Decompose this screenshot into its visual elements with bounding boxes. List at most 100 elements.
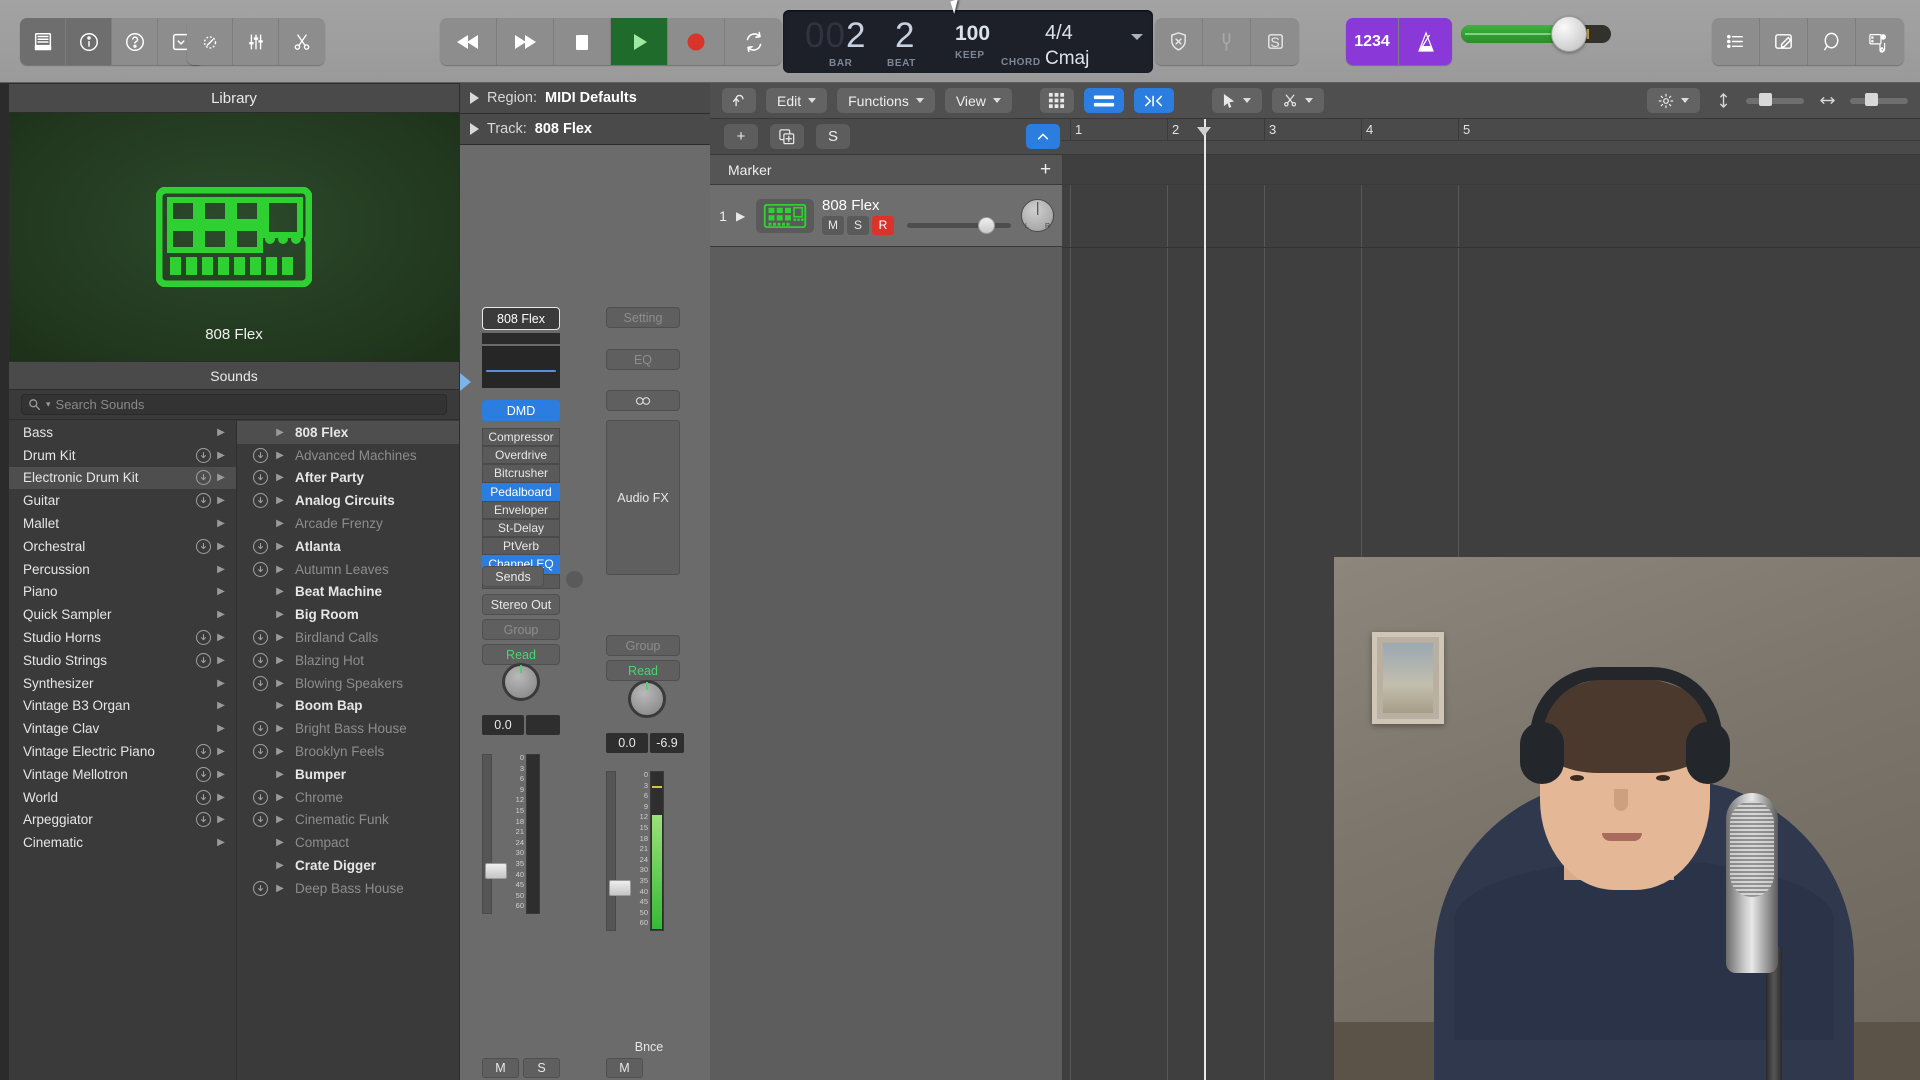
list-icon[interactable] xyxy=(1712,18,1760,65)
audio-fx-slot[interactable]: Bitcrusher xyxy=(482,464,560,483)
track-name[interactable]: 808 Flex xyxy=(822,197,1013,214)
audio-fx-slot[interactable]: Overdrive xyxy=(482,446,560,465)
chevron-right-icon[interactable]: ▶ xyxy=(214,746,228,757)
chevron-right-icon[interactable]: ▶ xyxy=(273,700,287,711)
download-icon[interactable] xyxy=(196,538,211,554)
library-patch-item[interactable]: ▶ Bumper xyxy=(237,763,459,786)
library-category-item[interactable]: Vintage Electric Piano ▶ xyxy=(9,740,236,763)
chevron-right-icon[interactable]: ▶ xyxy=(214,678,228,689)
chevron-right-icon[interactable]: ▶ xyxy=(273,564,287,575)
chevron-right-icon[interactable]: ▶ xyxy=(214,655,228,666)
library-patch-item[interactable]: ▶ Atlanta xyxy=(237,535,459,558)
library-category-list[interactable]: Bass ▶ Drum Kit ▶ Electronic Drum Kit ▶ Guitar… xyxy=(9,421,237,1080)
library-category-item[interactable]: World ▶ xyxy=(9,786,236,809)
duplicate-icon[interactable] xyxy=(770,124,804,149)
audio-fx-slots[interactable]: Compressor Overdrive Bitcrusher Pedalboard E… xyxy=(482,428,560,589)
chevron-right-icon[interactable]: ▶ xyxy=(214,427,228,438)
chevron-right-icon[interactable]: ▶ xyxy=(273,883,287,894)
automation-mode-button[interactable]: Read xyxy=(482,644,560,665)
audio-fx-slot[interactable]: Enveloper xyxy=(482,500,560,519)
chevron-right-icon[interactable]: ▶ xyxy=(273,609,287,620)
chevron-right-icon[interactable]: ▶ xyxy=(214,723,228,734)
track-mute-button[interactable]: M xyxy=(822,215,844,235)
chevron-right-icon[interactable]: ▶ xyxy=(214,609,228,620)
download-icon[interactable] xyxy=(253,789,268,805)
output-fader-track[interactable] xyxy=(606,771,631,931)
hzoom-icon[interactable] xyxy=(1814,88,1840,113)
library-category-item[interactable]: Guitar ▶ xyxy=(9,489,236,512)
shield-x-icon[interactable] xyxy=(1155,18,1203,65)
record-icon[interactable] xyxy=(668,18,725,65)
audio-fx-slot[interactable]: Compressor xyxy=(482,428,560,447)
download-icon[interactable] xyxy=(253,721,268,737)
audio-fx-slot[interactable]: St-Delay xyxy=(482,518,560,538)
library-category-item[interactable]: Synthesizer ▶ xyxy=(9,672,236,695)
download-icon[interactable] xyxy=(253,675,268,691)
download-icon[interactable] xyxy=(253,470,268,486)
chevron-right-icon[interactable]: ▶ xyxy=(273,860,287,871)
solo-toolbar-button[interactable]: S xyxy=(1251,18,1299,65)
library-category-item[interactable]: Studio Strings ▶ xyxy=(9,649,236,672)
chevron-right-icon[interactable]: ▶ xyxy=(214,586,228,597)
fader-meter-group[interactable]: 0 3 6 9 12 15 18 21 24 30 35 40 45 50 60 xyxy=(474,750,574,918)
question-icon[interactable] xyxy=(112,18,158,65)
volume-fader-track[interactable] xyxy=(482,754,507,914)
chevron-up-icon[interactable] xyxy=(1026,124,1060,149)
library-patch-item[interactable]: ▶ Chrome xyxy=(237,786,459,809)
loop-icon[interactable] xyxy=(1808,18,1856,65)
chevron-right-icon[interactable]: ▶ xyxy=(214,792,228,803)
lcd-chord-value[interactable]: Cmaj xyxy=(1045,48,1089,70)
bounce-button[interactable]: Bnce xyxy=(588,1040,710,1054)
catch-playhead-icon[interactable] xyxy=(722,88,756,113)
chevron-right-icon[interactable]: ▶ xyxy=(214,495,228,506)
pan-knob[interactable] xyxy=(502,663,540,701)
chevron-right-icon[interactable]: ▶ xyxy=(214,518,228,529)
chevron-right-icon[interactable]: ▶ xyxy=(273,723,287,734)
library-category-item[interactable]: Electronic Drum Kit ▶ xyxy=(9,466,236,490)
rows-icon[interactable] xyxy=(1083,88,1124,113)
track-play-arrow-icon[interactable]: ▶ xyxy=(736,209,756,223)
download-icon[interactable] xyxy=(253,880,268,896)
disclosure-triangle-icon[interactable] xyxy=(470,123,479,135)
send-knob[interactable] xyxy=(566,571,583,588)
download-icon[interactable] xyxy=(196,744,211,760)
output-volume-value[interactable]: 0.0 xyxy=(606,733,648,753)
solo-track-button[interactable]: S xyxy=(816,124,850,149)
disclosure-triangle-icon[interactable] xyxy=(470,92,479,104)
track-instrument-icon[interactable] xyxy=(756,198,814,233)
marker-lane-area[interactable] xyxy=(1062,155,1920,184)
chevron-right-icon[interactable]: ▶ xyxy=(273,792,287,803)
chevron-right-icon[interactable]: ▶ xyxy=(273,472,287,483)
edit-menu[interactable]: Edit xyxy=(766,88,828,113)
output-pan-knob[interactable] xyxy=(628,680,666,718)
knob-icon[interactable] xyxy=(187,18,233,65)
note-pad-icon[interactable] xyxy=(1760,18,1808,65)
library-patch-item[interactable]: ▶ After Party xyxy=(237,467,459,490)
chevron-right-icon[interactable]: ▶ xyxy=(273,746,287,757)
library-patch-item[interactable]: ▶ Big Room xyxy=(237,603,459,626)
download-icon[interactable] xyxy=(196,447,211,463)
library-category-item[interactable]: Arpeggiator ▶ xyxy=(9,809,236,832)
library-patch-item[interactable]: ▶ Arcade Frenzy xyxy=(237,512,459,535)
library-patch-item[interactable]: ▶ Boom Bap xyxy=(237,695,459,718)
download-icon[interactable] xyxy=(196,652,211,668)
chevron-right-icon[interactable]: ▶ xyxy=(273,769,287,780)
info-icon[interactable] xyxy=(66,18,112,65)
grid-icon[interactable] xyxy=(1039,88,1074,113)
chevron-right-icon[interactable]: ▶ xyxy=(214,541,228,552)
library-category-item[interactable]: Vintage B3 Organ ▶ xyxy=(9,695,236,718)
track-inspector-header[interactable]: Track: 808 Flex xyxy=(460,114,710,145)
download-icon[interactable] xyxy=(196,470,211,486)
library-patch-item[interactable]: ▶ 808 Flex xyxy=(237,421,459,444)
library-category-item[interactable]: Percussion ▶ xyxy=(9,558,236,581)
library-patch-item[interactable]: ▶ Birdland Calls xyxy=(237,626,459,649)
count-in-button[interactable]: 1234 xyxy=(1346,18,1399,65)
library-patch-item[interactable]: ▶ Cinematic Funk xyxy=(237,809,459,832)
output-mute-button[interactable]: M xyxy=(606,1058,643,1078)
volume-value[interactable]: 0.0 xyxy=(482,715,524,735)
track-solo-button[interactable]: S xyxy=(847,215,869,235)
chevron-right-icon[interactable]: ▶ xyxy=(214,837,228,848)
library-patch-item[interactable]: ▶ Advanced Machines xyxy=(237,444,459,467)
play-icon[interactable] xyxy=(611,18,668,65)
hzoom-handle[interactable] xyxy=(1865,92,1879,106)
